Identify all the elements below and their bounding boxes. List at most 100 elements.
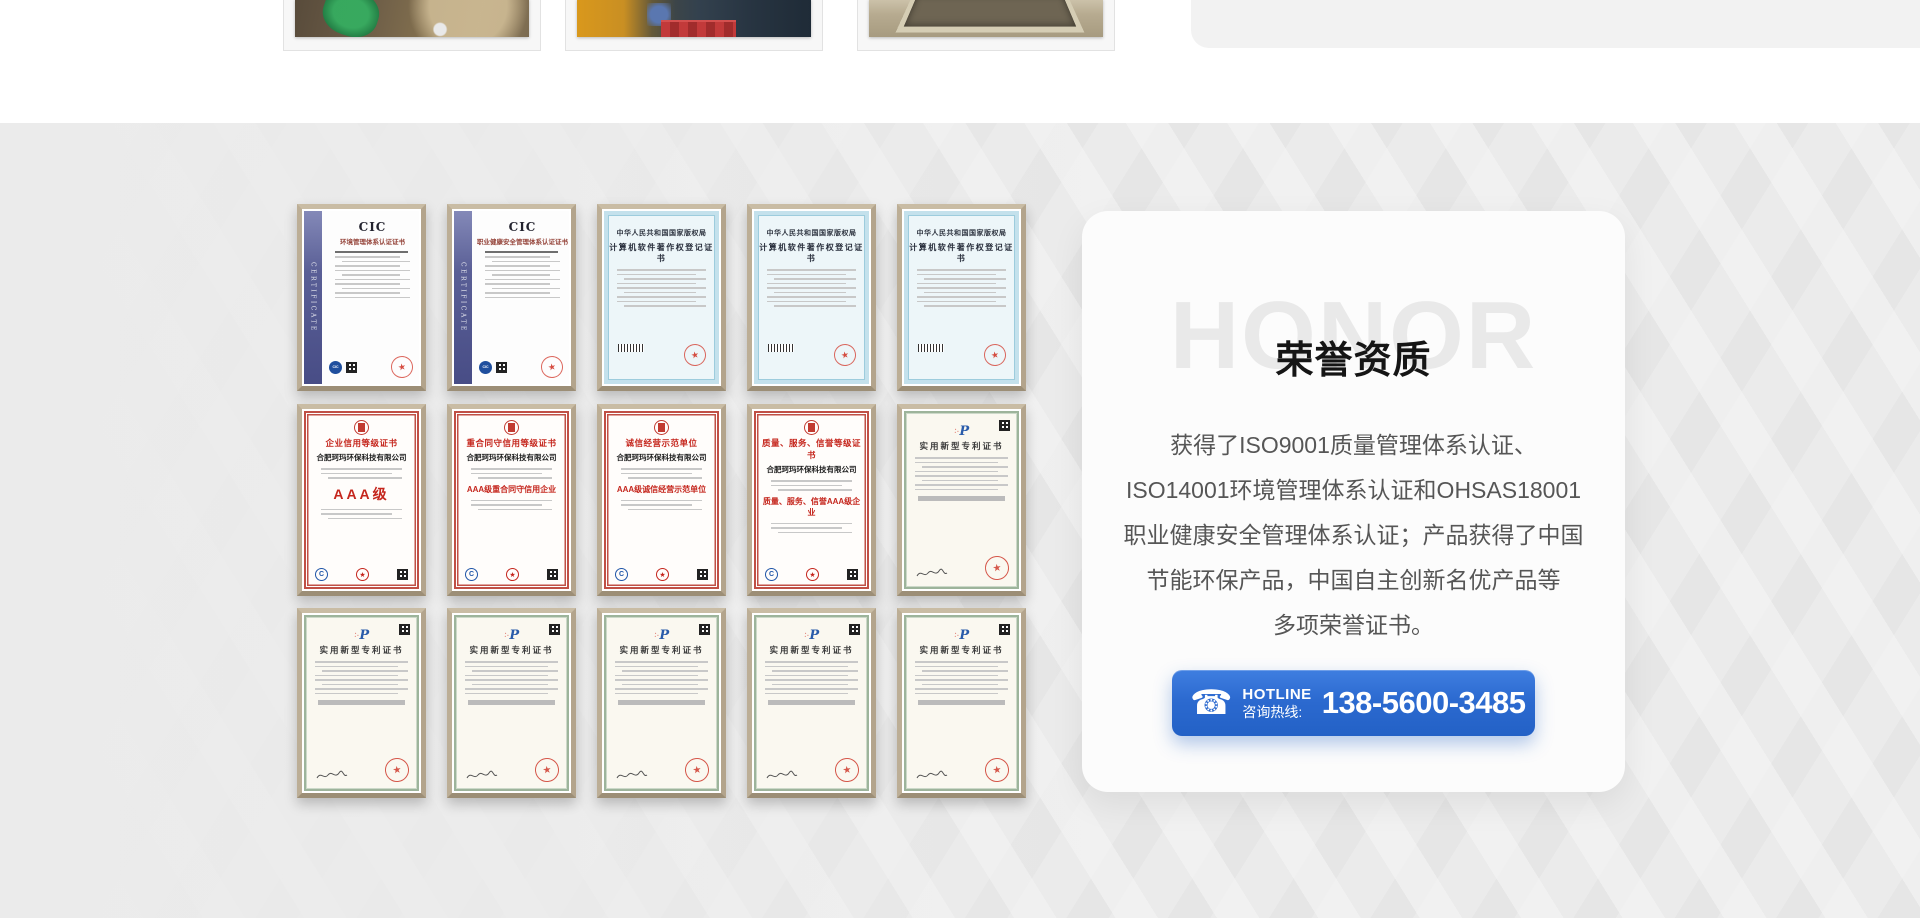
certificate-footer xyxy=(765,568,858,581)
qr-code-icon xyxy=(397,569,408,580)
hotline-number: 138-5600-3485 xyxy=(1322,685,1526,721)
certificate-software-copyright-1[interactable]: 中华人民共和国国家版权局 计算机软件著作权登记证书 xyxy=(597,204,726,391)
certificate-paper: 实用新型专利证书 xyxy=(754,615,869,791)
barcode-strip xyxy=(768,700,855,705)
red-seal-icon xyxy=(833,756,860,783)
signature-scribble xyxy=(916,567,948,580)
certificate-org: 中华人民共和国国家版权局 xyxy=(758,228,865,238)
certificate-paper: 实用新型专利证书 xyxy=(604,615,719,791)
red-seal-icon xyxy=(389,354,415,380)
hotline-labels: HOTLINE 咨询热线: xyxy=(1242,686,1311,719)
band-label: CERTIFICATE xyxy=(460,262,467,333)
certificate-body-lines xyxy=(619,468,704,479)
certificate-utility-patent-6[interactable]: 实用新型专利证书 xyxy=(897,608,1026,798)
certificate-body-lines xyxy=(313,661,410,694)
band-label: CERTIFICATE xyxy=(310,262,317,333)
red-seal-icon xyxy=(983,554,1010,581)
certificate-side-band: CERTIFICATE xyxy=(454,211,472,384)
construction-site-photo-1[interactable] xyxy=(295,0,529,37)
certificate-paper: 实用新型专利证书 xyxy=(304,615,419,791)
certificate-body-lines xyxy=(469,468,554,479)
award-text: AAA级诚信经营示范单位 xyxy=(612,484,711,495)
certificate-utility-patent-2[interactable]: 实用新型专利证书 xyxy=(297,608,426,798)
certificate-body-lines xyxy=(319,509,404,520)
gallery-card-1[interactable] xyxy=(283,0,541,51)
gallery-card-3[interactable] xyxy=(857,0,1115,51)
certificate-title: 实用新型专利证书 xyxy=(756,644,867,656)
certificate-footer xyxy=(316,758,409,782)
honor-panel: HONOR 荣誉资质 获得了ISO9001质量管理体系认证、 ISO14001环… xyxy=(1082,211,1625,792)
certificate-body-lines xyxy=(615,269,708,307)
red-seal-icon xyxy=(982,342,1008,368)
green-mesh-shape xyxy=(317,0,384,37)
certificate-contract-credit[interactable]: 重合同守信用等级证书 合肥珂玛环保科技有限公司 AAA级重合同守信用企业 xyxy=(447,404,576,596)
certificate-paper: 中华人民共和国国家版权局 计算机软件著作权登记证书 xyxy=(604,211,719,384)
certificate-cic-environment[interactable]: CERTIFICATE CIC 环境管理体系认证证书 xyxy=(297,204,426,391)
certificate-title: 计算机软件著作权登记证书 xyxy=(908,242,1015,264)
top-gallery-strip xyxy=(0,0,1920,123)
qr-code-icon xyxy=(549,624,560,635)
certificate-body-lines xyxy=(769,523,854,534)
red-seal-icon xyxy=(832,342,858,368)
section-title: 荣誉资质 xyxy=(1082,329,1625,384)
signature-scribble xyxy=(766,769,798,782)
qr-code-icon xyxy=(547,569,558,580)
certificate-title: 企业信用等级证书 xyxy=(312,437,411,449)
certificate-body-lines xyxy=(613,661,710,694)
certificate-title: 计算机软件著作权登记证书 xyxy=(758,242,865,264)
certificate-utility-patent-3[interactable]: 实用新型专利证书 xyxy=(447,608,576,798)
certificate-paper: 企业信用等级证书 合肥珂玛环保科技有限公司 AAA级 xyxy=(304,411,419,589)
certificate-credit-rating[interactable]: 企业信用等级证书 合肥珂玛环保科技有限公司 AAA级 xyxy=(297,404,426,596)
certificate-body-lines xyxy=(769,480,854,491)
red-emblem-icon xyxy=(804,420,819,435)
certificate-title: 重合同守信用等级证书 xyxy=(462,437,561,449)
certificate-org: 中华人民共和国国家版权局 xyxy=(608,228,715,238)
certificate-side-band: CERTIFICATE xyxy=(304,211,322,384)
certificate-paper: 实用新型专利证书 xyxy=(904,615,1019,791)
certificate-title: 计算机软件著作权登记证书 xyxy=(608,242,715,264)
certificate-grid: CERTIFICATE CIC 环境管理体系认证证书 CERTIFICATE xyxy=(297,204,1057,798)
cic-logo: CIC xyxy=(326,220,419,234)
certificate-utility-patent-5[interactable]: 实用新型专利证书 xyxy=(747,608,876,798)
red-star-seal-icon xyxy=(356,568,369,581)
blue-logo-icon xyxy=(765,568,778,581)
red-star-seal-icon xyxy=(806,568,819,581)
cic-badge-icon xyxy=(329,361,342,374)
certificate-utility-patent-1[interactable]: 实用新型专利证书 xyxy=(897,404,1026,596)
certificate-body-lines xyxy=(913,457,1010,490)
certificate-footer xyxy=(916,758,1009,782)
company-name: 合肥珂玛环保科技有限公司 xyxy=(612,452,711,463)
certificate-footer xyxy=(766,758,859,782)
company-name: 合肥珂玛环保科技有限公司 xyxy=(762,464,861,475)
certificate-paper: 中华人民共和国国家版权局 计算机软件著作权登记证书 xyxy=(754,211,869,384)
certificate-software-copyright-3[interactable]: 中华人民共和国国家版权局 计算机软件著作权登记证书 xyxy=(897,204,1026,391)
red-barrier-shape xyxy=(661,20,736,37)
red-seal-icon xyxy=(983,756,1010,783)
qr-code-icon xyxy=(849,624,860,635)
qr-code-icon xyxy=(847,569,858,580)
qr-code-icon xyxy=(496,362,507,373)
red-seal-icon xyxy=(683,756,710,783)
certificate-body-lines xyxy=(319,468,404,479)
certificate-footer xyxy=(329,356,413,378)
certificate-quality-service[interactable]: 质量、服务、信誉等级证书 合肥珂玛环保科技有限公司 质量、服务、信誉AAA级企业 xyxy=(747,404,876,596)
red-seal-icon xyxy=(533,756,560,783)
gallery-card-2[interactable] xyxy=(565,0,823,51)
certificate-utility-patent-4[interactable]: 实用新型专利证书 xyxy=(597,608,726,798)
red-seal-icon xyxy=(383,756,410,783)
certificate-software-copyright-2[interactable]: 中华人民共和国国家版权局 计算机软件著作权登记证书 xyxy=(747,204,876,391)
certificate-integrity-unit[interactable]: 诚信经营示范单位 合肥珂玛环保科技有限公司 AAA级诚信经营示范单位 xyxy=(597,404,726,596)
qr-code-icon xyxy=(399,624,410,635)
certificate-paper: 质量、服务、信誉等级证书 合肥珂玛环保科技有限公司 质量、服务、信誉AAA级企业 xyxy=(754,411,869,589)
certificate-cic-safety[interactable]: CERTIFICATE CIC 职业健康安全管理体系认证证书 xyxy=(447,204,576,391)
certificate-title: 诚信经营示范单位 xyxy=(612,437,711,449)
certificate-body-lines xyxy=(619,500,704,511)
hotline-button[interactable]: HOTLINE 咨询热线: 138-5600-3485 xyxy=(1172,670,1535,736)
construction-site-photo-2[interactable] xyxy=(577,0,811,37)
barcode-icon xyxy=(618,344,644,352)
page: CERTIFICATE CIC 环境管理体系认证证书 CERTIFICATE xyxy=(0,0,1920,918)
construction-site-photo-3[interactable] xyxy=(869,0,1103,37)
certificate-paper: 实用新型专利证书 xyxy=(904,411,1019,589)
certificate-paper: 重合同守信用等级证书 合肥珂玛环保科技有限公司 AAA级重合同守信用企业 xyxy=(454,411,569,589)
red-seal-icon xyxy=(539,354,565,380)
